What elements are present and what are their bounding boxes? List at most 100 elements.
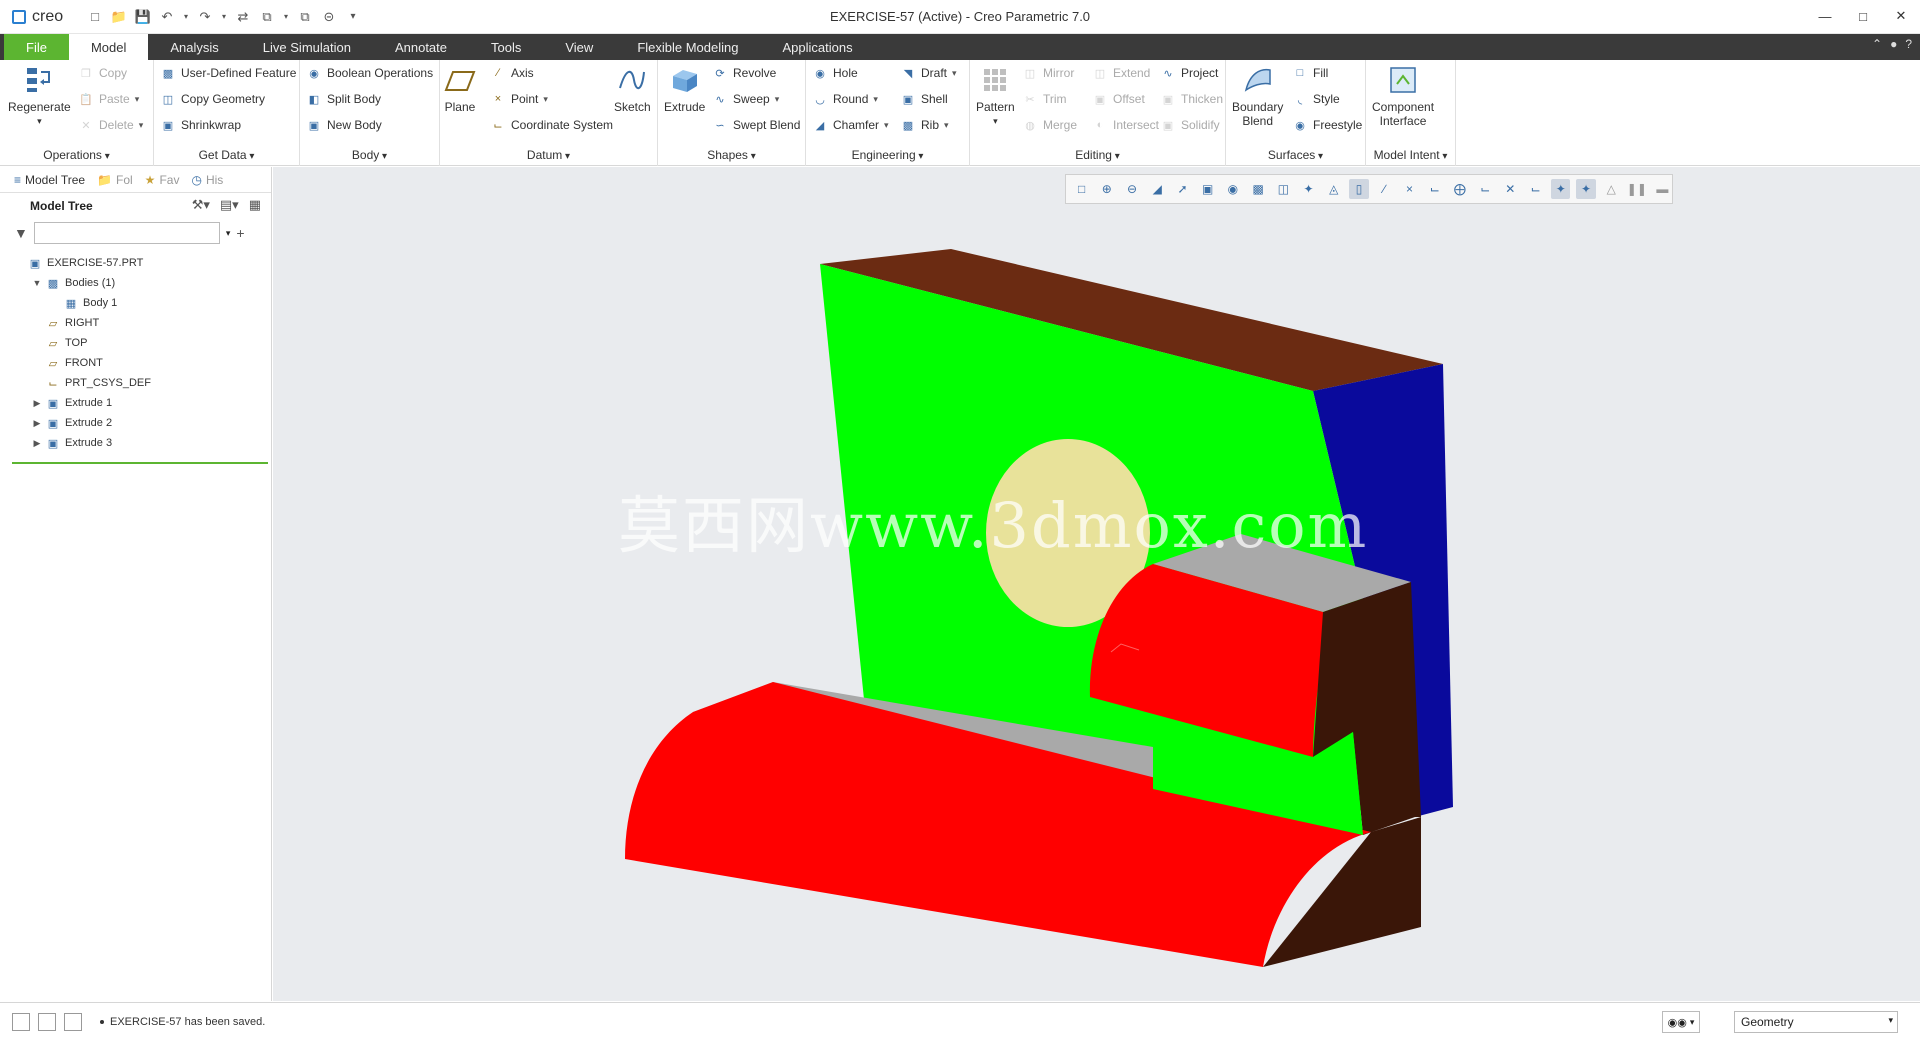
group-label-surfaces[interactable]: Surfaces	[1226, 148, 1365, 162]
selection-filter[interactable]: Geometry ▾	[1734, 1011, 1898, 1033]
tab-file[interactable]: File	[4, 34, 69, 60]
offset-button[interactable]: ▣ Offset	[1092, 90, 1145, 108]
tree-expander-icon[interactable]: ▶	[32, 438, 42, 449]
toggle-browser-icon[interactable]	[38, 1012, 56, 1031]
tree-item[interactable]: ▱ FRONT	[0, 353, 271, 373]
notification-icon[interactable]: ●	[1890, 37, 1897, 51]
swept-blend-button[interactable]: ∽ Swept Blend	[712, 116, 800, 134]
maximize-icon[interactable]: □	[1852, 6, 1874, 26]
tab-flexible-modeling[interactable]: Flexible Modeling	[615, 34, 760, 60]
group-label-editing[interactable]: Editing	[970, 148, 1225, 162]
full-screen-icon[interactable]	[64, 1012, 82, 1031]
group-label-get-data[interactable]: Get Data	[154, 148, 299, 162]
regenerate-small-icon[interactable]: ⇄	[234, 8, 252, 26]
toggle-navigator-icon[interactable]	[12, 1012, 30, 1031]
help-icon[interactable]: ?	[1905, 37, 1912, 51]
tree-item[interactable]: ▱ RIGHT	[0, 313, 271, 333]
sweep-button[interactable]: ∿ Sweep	[712, 90, 779, 108]
minimize-icon[interactable]: —	[1814, 6, 1836, 26]
hole-button[interactable]: ◉ Hole	[812, 64, 858, 82]
boundary-blend-button[interactable]: Boundary Blend	[1232, 64, 1283, 128]
fill-button[interactable]: □ Fill	[1292, 64, 1329, 82]
tree-filter-options-icon[interactable]: ▦	[249, 197, 261, 213]
pattern-button[interactable]: Pattern ▾	[976, 64, 1015, 128]
close-icon[interactable]: ✕	[1890, 6, 1912, 26]
exit-icon[interactable]: ⊝	[320, 8, 338, 26]
close-window-icon[interactable]: ⧉	[296, 8, 314, 26]
tab-view[interactable]: View	[543, 34, 615, 60]
tree-item[interactable]: ▦ Body 1	[0, 293, 271, 313]
find-button[interactable]: ◉◉ ▾	[1662, 1011, 1700, 1033]
component-interface-button[interactable]: Component Interface	[1372, 64, 1434, 128]
point-button[interactable]: × Point	[490, 90, 548, 108]
tree-item[interactable]: ▶ ▣ Extrude 2	[0, 413, 271, 433]
save-icon[interactable]: 💾	[134, 8, 152, 26]
tree-item[interactable]: ▼ ▩ Bodies (1)	[0, 273, 271, 293]
chamfer-button[interactable]: ◢ Chamfer	[812, 116, 889, 134]
draft-button[interactable]: ◥ Draft	[900, 64, 957, 82]
tab-applications[interactable]: Applications	[760, 34, 874, 60]
nav-tab-favorites[interactable]: ★ Fav	[141, 170, 184, 190]
graphics-viewport[interactable]: □ ⊕ ⊖ ◢ ➚ ▣ ◉ ▩ ◫ ✦ ◬ ▯ ∕ × ⌙ ⨁ ⌙ ✕ ⌙ ✦ …	[273, 167, 1920, 1001]
tree-item[interactable]: ▱ TOP	[0, 333, 271, 353]
nav-tab-model-tree[interactable]: ≡ Model Tree	[10, 170, 89, 190]
tree-item[interactable]: ▶ ▣ Extrude 1	[0, 393, 271, 413]
regenerate-button[interactable]: Regenerate ▾	[8, 64, 71, 128]
new-file-icon[interactable]: □	[86, 8, 104, 26]
trim-button[interactable]: ✂ Trim	[1022, 90, 1066, 108]
tab-live-simulation[interactable]: Live Simulation	[241, 34, 373, 60]
axis-button[interactable]: ∕ Axis	[490, 64, 534, 82]
tree-item[interactable]: ▶ ▣ Extrude 3	[0, 433, 271, 453]
group-label-body[interactable]: Body	[300, 148, 439, 162]
add-filter-icon[interactable]: +	[236, 225, 244, 241]
copy-geometry-button[interactable]: ◫ Copy Geometry	[160, 90, 265, 108]
undo-dropdown-icon[interactable]: ▾	[182, 8, 190, 26]
new-body-button[interactable]: ▣ New Body	[306, 116, 382, 134]
search-dropdown-icon[interactable]: ▾	[226, 228, 231, 239]
shell-button[interactable]: ▣ Shell	[900, 90, 948, 108]
tab-analysis[interactable]: Analysis	[148, 34, 240, 60]
tree-expander-icon[interactable]: ▼	[32, 278, 42, 288]
user-defined-feature-button[interactable]: ▩ User-Defined Feature	[160, 64, 297, 82]
split-body-button[interactable]: ◧ Split Body	[306, 90, 381, 108]
coordinate-system-button[interactable]: ⌙ Coordinate System	[490, 116, 613, 134]
extrude-button[interactable]: Extrude	[664, 64, 705, 114]
redo-icon[interactable]: ↷	[196, 8, 214, 26]
style-button[interactable]: ◟ Style	[1292, 90, 1340, 108]
extend-button[interactable]: ◫ Extend	[1092, 64, 1151, 82]
tree-expander-icon[interactable]: ▶	[32, 418, 42, 429]
tree-item[interactable]: ⌙ PRT_CSYS_DEF	[0, 373, 271, 393]
customize-qat-icon[interactable]: ▾	[344, 8, 362, 26]
windows-dropdown-icon[interactable]: ▾	[282, 8, 290, 26]
nav-tab-folder[interactable]: 📁 Fol	[93, 170, 137, 190]
tree-expander-icon[interactable]: ▶	[32, 398, 42, 409]
rib-button[interactable]: ▩ Rib	[900, 116, 949, 134]
solidify-button[interactable]: ▣ Solidify	[1160, 116, 1220, 134]
filter-icon[interactable]: ▼	[14, 225, 28, 241]
merge-button[interactable]: ◍ Merge	[1022, 116, 1077, 134]
group-label-engineering[interactable]: Engineering	[806, 148, 969, 162]
sketch-button[interactable]: Sketch	[614, 64, 651, 114]
freestyle-button[interactable]: ◉ Freestyle	[1292, 116, 1362, 134]
project-button[interactable]: ∿ Project	[1160, 64, 1218, 82]
copy-button[interactable]: ❐ Copy	[78, 64, 127, 82]
tree-settings-icon[interactable]: ⚒▾	[192, 197, 210, 213]
tab-tools[interactable]: Tools	[469, 34, 543, 60]
boolean-operations-button[interactable]: ◉ Boolean Operations	[306, 64, 433, 82]
collapse-ribbon-icon[interactable]: ⌃	[1872, 37, 1882, 51]
undo-icon[interactable]: ↶	[158, 8, 176, 26]
group-label-datum[interactable]: Datum	[440, 148, 657, 162]
nav-tab-history[interactable]: ◷ His	[187, 170, 227, 190]
tree-search-input[interactable]	[33, 222, 220, 244]
insert-here-marker[interactable]	[12, 462, 268, 464]
delete-button[interactable]: ✕ Delete	[78, 116, 143, 134]
shrinkwrap-button[interactable]: ▣ Shrinkwrap	[160, 116, 241, 134]
intersect-button[interactable]: ◐ Intersect	[1092, 116, 1159, 134]
tree-display-icon[interactable]: ▤▾	[220, 197, 239, 213]
group-label-operations[interactable]: Operations	[0, 148, 153, 162]
mirror-button[interactable]: ◫ Mirror	[1022, 64, 1075, 82]
round-button[interactable]: ◡ Round	[812, 90, 878, 108]
part-model[interactable]	[273, 167, 1920, 1001]
tree-item[interactable]: ▣ EXERCISE-57.PRT	[0, 253, 271, 273]
revolve-button[interactable]: ⟳ Revolve	[712, 64, 776, 82]
